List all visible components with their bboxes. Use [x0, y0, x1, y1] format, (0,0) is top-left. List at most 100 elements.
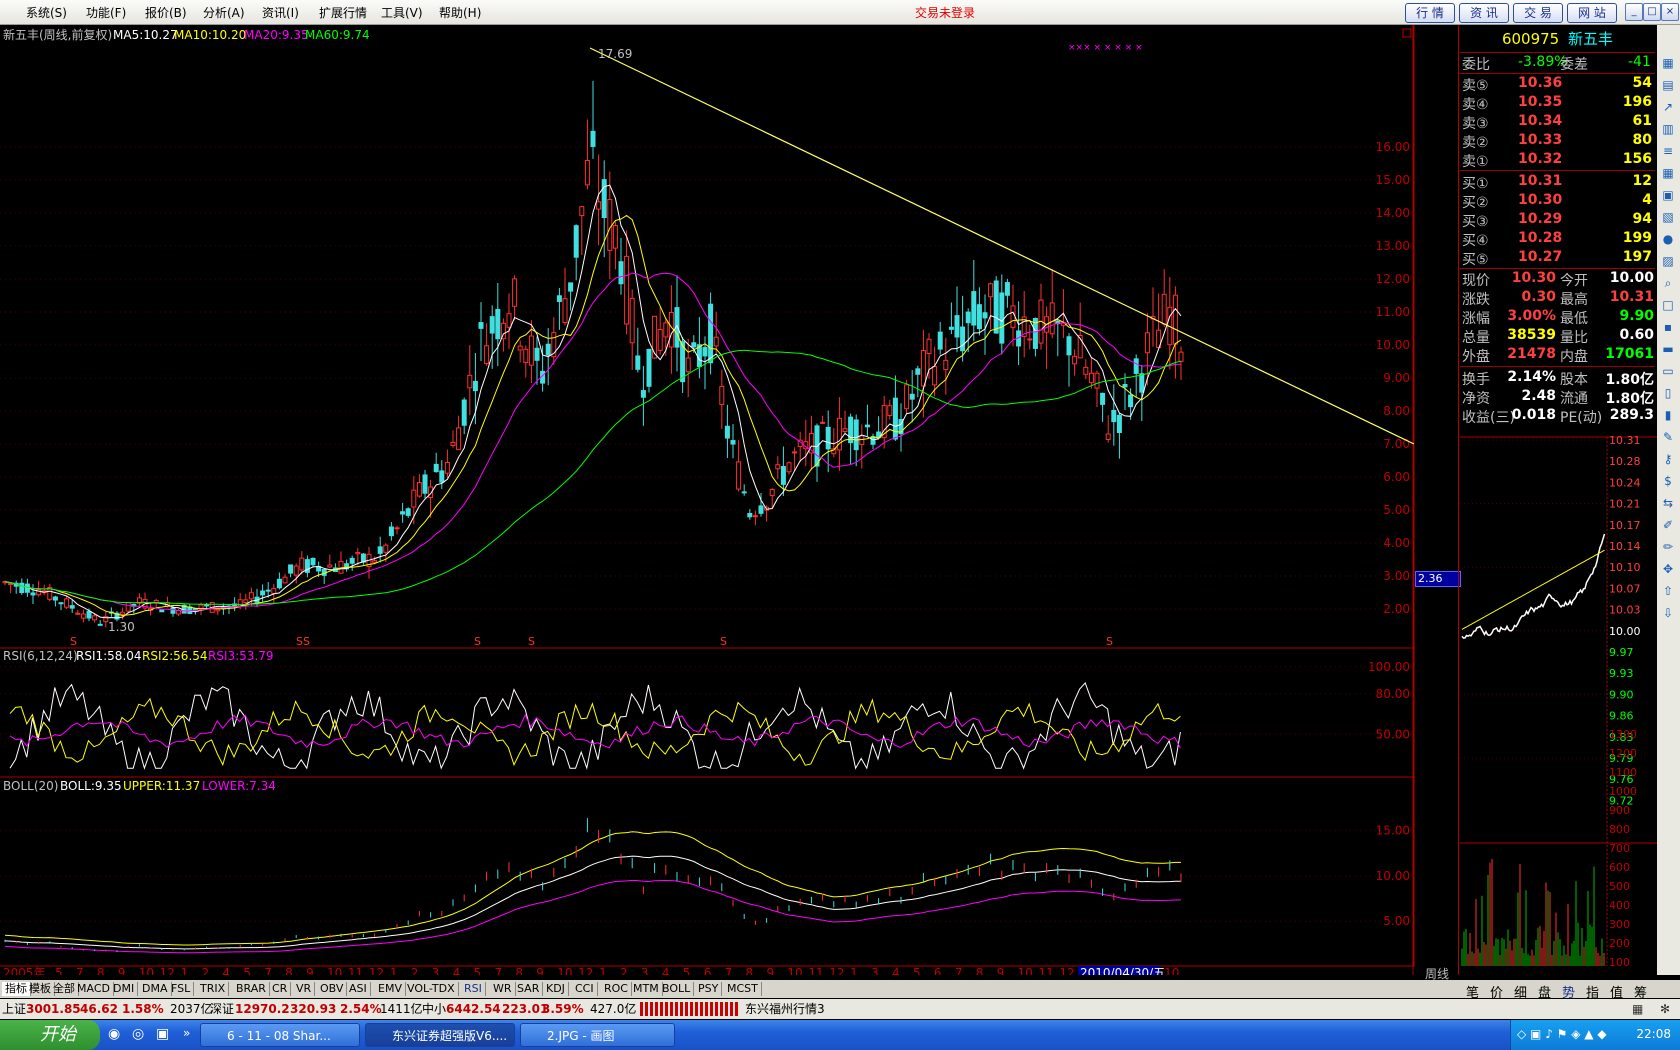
candle-body[interactable]	[999, 292, 1005, 344]
candle-body[interactable]	[853, 419, 859, 451]
tool-pen-icon[interactable]: ✐	[1660, 517, 1676, 533]
candle-body[interactable]	[657, 329, 663, 351]
indicator-tab[interactable]: VR	[293, 982, 316, 996]
candle-body[interactable]	[702, 347, 708, 357]
indicator-tab[interactable]: VOL-TDX	[404, 982, 459, 996]
candle-body[interactable]	[248, 592, 254, 600]
candle-body[interactable]	[1128, 394, 1134, 408]
candle-body[interactable]	[400, 511, 406, 515]
tool-table-icon[interactable]: ▦	[1660, 165, 1676, 181]
menu-quote[interactable]: 报价(B)	[145, 4, 187, 21]
indicator-tab[interactable]: DMI	[110, 982, 139, 996]
candle-body[interactable]	[394, 527, 400, 530]
candle-body[interactable]	[484, 345, 490, 365]
indicator-tab[interactable]: EMV	[375, 982, 406, 996]
candle-body[interactable]	[456, 427, 462, 451]
indicator-tab[interactable]: WR	[490, 982, 516, 996]
indicator-tab[interactable]: PSY	[695, 982, 723, 996]
candle-body[interactable]	[825, 426, 831, 450]
tool-doc-icon[interactable]: ▯	[1660, 385, 1676, 401]
candle-body[interactable]	[971, 291, 977, 326]
candle-body[interactable]	[1178, 351, 1184, 362]
menu-info[interactable]: 资讯(I)	[262, 4, 299, 21]
candle-body[interactable]	[601, 179, 607, 219]
candle-body[interactable]	[691, 342, 697, 348]
candle-body[interactable]	[618, 261, 624, 285]
website-button[interactable]: 网 站	[1567, 3, 1617, 23]
candle-body[interactable]	[920, 350, 926, 387]
candle-body[interactable]	[887, 405, 893, 416]
indicator-tab[interactable]: MACD	[74, 982, 114, 996]
candle-body[interactable]	[562, 298, 568, 324]
candle-body[interactable]	[646, 348, 652, 387]
candle-body[interactable]	[411, 489, 417, 508]
candle-body[interactable]	[271, 587, 277, 594]
candle-body[interactable]	[349, 557, 355, 564]
candle-body[interactable]	[293, 565, 299, 576]
quote-button[interactable]: 行 情	[1405, 3, 1455, 23]
candle-body[interactable]	[954, 315, 960, 338]
candle-body[interactable]	[383, 544, 389, 553]
candle-body[interactable]	[629, 297, 635, 344]
candle-body[interactable]	[820, 421, 826, 424]
candle-body[interactable]	[8, 583, 14, 586]
candle-body[interactable]	[607, 199, 613, 251]
candle-body[interactable]	[724, 425, 730, 439]
tool-move-icon[interactable]: ✥	[1660, 561, 1676, 577]
candle-body[interactable]	[568, 282, 574, 292]
candle-body[interactable]	[1100, 392, 1106, 405]
tool-search-icon[interactable]: ⌕	[1660, 275, 1676, 291]
candle-body[interactable]	[528, 335, 534, 366]
candle-body[interactable]	[708, 303, 714, 364]
desktop-icon[interactable]: ▣	[156, 1026, 169, 1042]
candle-body[interactable]	[590, 130, 596, 147]
candle-body[interactable]	[355, 552, 361, 555]
candle-body[interactable]	[288, 564, 294, 574]
candle-body[interactable]	[433, 463, 439, 473]
menu-function[interactable]: 功能(F)	[86, 4, 126, 21]
indicator-tab[interactable]: TRIX	[197, 982, 230, 996]
candle-body[interactable]	[1088, 372, 1094, 384]
candle-body[interactable]	[467, 374, 473, 389]
candle-body[interactable]	[741, 491, 747, 494]
candle-body[interactable]	[909, 393, 915, 400]
expand-icon[interactable]	[1402, 28, 1412, 38]
candle-body[interactable]	[416, 482, 422, 497]
candle-body[interactable]	[478, 322, 484, 329]
candle-body[interactable]	[573, 225, 579, 258]
candle-body[interactable]	[640, 390, 646, 398]
tool-note-icon[interactable]: ✎	[1660, 429, 1676, 445]
indicator-tab[interactable]: ROC	[601, 982, 632, 996]
candle-body[interactable]	[1122, 383, 1128, 388]
candle-body[interactable]	[584, 160, 590, 186]
candle-body[interactable]	[982, 312, 988, 319]
candle-body[interactable]	[388, 526, 394, 537]
candle-body[interactable]	[556, 295, 562, 302]
candle-body[interactable]	[1105, 433, 1111, 440]
candle-body[interactable]	[19, 582, 25, 594]
candle-body[interactable]	[730, 440, 736, 445]
candle-body[interactable]	[792, 451, 798, 454]
candle-body[interactable]	[859, 435, 865, 445]
candle-body[interactable]	[870, 436, 876, 445]
candle-body[interactable]	[1133, 358, 1139, 374]
candle-body[interactable]	[495, 308, 501, 340]
candle-body[interactable]	[1144, 332, 1150, 354]
candle-body[interactable]	[892, 397, 898, 440]
candle-body[interactable]	[1172, 294, 1178, 345]
sell-level-row[interactable]: 卖③ 10.34 61	[1462, 113, 1655, 132]
indicator-tab[interactable]: ASI	[346, 982, 371, 996]
candle-body[interactable]	[52, 596, 58, 601]
tool-link-icon[interactable]: ⇆	[1660, 495, 1676, 511]
server-name[interactable]: 东兴福州行情3	[745, 999, 825, 1019]
candle-body[interactable]	[652, 315, 658, 359]
candle-body[interactable]	[1116, 414, 1122, 433]
candle-body[interactable]	[506, 313, 512, 328]
candle-body[interactable]	[472, 380, 478, 392]
candle-body[interactable]	[545, 343, 551, 356]
candle-body[interactable]	[635, 355, 641, 370]
candle-body[interactable]	[780, 466, 786, 485]
candle-body[interactable]	[736, 461, 742, 490]
sell-level-row[interactable]: 卖④ 10.35 196	[1462, 94, 1655, 113]
candle-body[interactable]	[752, 515, 758, 518]
